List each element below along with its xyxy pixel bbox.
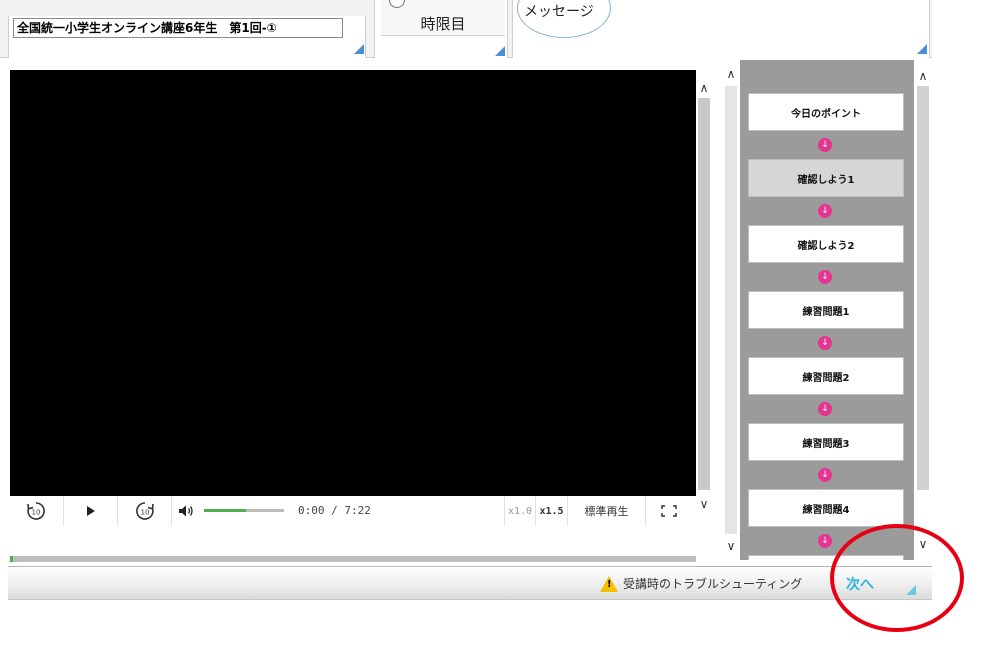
lesson-step-label: 確認しよう1 [797, 174, 855, 186]
content-scrollbar[interactable]: ∧ ∨ [722, 60, 740, 560]
normal-speed-button[interactable]: 標準再生 [568, 496, 646, 526]
course-title-panel: 全国統一小学生オンライン講座6年生 第1回-① [8, 16, 366, 58]
arrow-down-circle-icon: ↓ [818, 402, 832, 416]
lesson-step-3[interactable]: 確認しよう2 [748, 225, 904, 263]
seek-bar[interactable] [10, 556, 696, 562]
arrow-down-circle-icon: ↓ [818, 336, 832, 350]
lesson-step-6[interactable]: 練習問題3 [748, 423, 904, 461]
lesson-step-label: 練習問題1 [802, 306, 850, 318]
lesson-step-1[interactable]: 今日のポイント [748, 93, 904, 131]
arrow-down-circle-icon: ↓ [818, 204, 832, 218]
resize-grip-icon[interactable] [354, 44, 364, 54]
scroll-up-icon[interactable]: ∧ [723, 66, 739, 82]
scroll-down-icon[interactable]: ∨ [723, 538, 739, 554]
forward-10-button[interactable]: 10 [118, 496, 172, 526]
play-button[interactable] [64, 496, 118, 526]
troubleshooting-link[interactable]: ! 受講時のトラブルシューティング [600, 575, 802, 592]
normal-speed-label: 標準再生 [584, 505, 629, 518]
lesson-step-partial[interactable] [748, 555, 904, 560]
lesson-step-label: 練習問題3 [802, 438, 850, 450]
footer-bar: ! 受講時のトラブルシューティング 次へ [8, 566, 932, 600]
lesson-step-label: 練習問題4 [802, 504, 850, 516]
rewind-10-button[interactable]: 10 [8, 496, 64, 526]
speed-1-0-label: x1.0 [507, 505, 533, 517]
resize-grip-icon[interactable] [495, 46, 505, 56]
lesson-step-label: 練習問題2 [802, 372, 850, 384]
forward-10-icon: 10 [135, 502, 154, 520]
time-display: 0:00 / 7:22 [298, 504, 371, 517]
speed-1-5-button[interactable]: x1.5 [536, 496, 568, 526]
sidebar-scroll-track[interactable] [917, 86, 929, 490]
next-button[interactable]: 次へ [838, 571, 918, 597]
lesson-step-label: 確認しよう2 [797, 240, 855, 252]
arrow-down-circle-icon: ↓ [818, 468, 832, 482]
header-bar: 全国統一小学生オンライン講座6年生 第1回-① 時限目 メッセージ [0, 0, 932, 58]
arrow-down-circle-icon: ↓ [818, 138, 832, 152]
player-controls: 10 10 0:00 / 7:22 x1.0 x1.5 標準再生 [8, 496, 716, 526]
fullscreen-button[interactable] [646, 496, 692, 526]
video-screen[interactable] [10, 70, 696, 496]
course-title: 全国統一小学生オンライン講座6年生 第1回-① [13, 18, 343, 38]
resize-grip-icon[interactable] [917, 44, 927, 54]
arrow-down-circle-icon: ↓ [818, 534, 832, 548]
content-scroll-track[interactable] [725, 86, 737, 534]
arrow-down-circle-icon: ↓ [818, 270, 832, 284]
clock-icon [389, 0, 405, 8]
lesson-step-4[interactable]: 練習問題1 [748, 291, 904, 329]
message-label: メッセージ [524, 4, 594, 20]
play-icon [86, 506, 95, 516]
sidebar-scrollbar[interactable]: ∧ ∨ [914, 60, 932, 560]
lesson-step-7[interactable]: 練習問題4 [748, 489, 904, 527]
forward-10-label: 10 [140, 509, 149, 517]
scroll-down-icon[interactable]: ∨ [915, 536, 931, 552]
lesson-steps-list: 今日のポイント ↓ 確認しよう1 ↓ 確認しよう2 ↓ 練習問題1 ↓ 練習問題2 ↓ 練習問題3 ↓… [740, 60, 914, 560]
next-label: 次へ [846, 577, 874, 593]
period-panel: 時限目 [374, 0, 508, 58]
volume-button[interactable] [172, 496, 200, 526]
scroll-up-icon[interactable]: ∧ [915, 68, 931, 84]
video-scrollbar[interactable]: ∧ ∨ [696, 72, 712, 522]
fullscreen-icon [661, 505, 677, 517]
period-label: 時限目 [420, 15, 466, 33]
message-bubble[interactable]: メッセージ [517, 0, 611, 38]
seek-bar-progress [10, 556, 13, 562]
scroll-up-icon[interactable]: ∧ [696, 80, 712, 96]
troubleshooting-label: 受講時のトラブルシューティング [623, 577, 803, 591]
video-scroll-track[interactable] [698, 98, 710, 490]
volume-icon [179, 505, 193, 517]
lesson-steps-panel: 今日のポイント ↓ 確認しよう1 ↓ 確認しよう2 ↓ 練習問題1 ↓ 練習問題2 ↓ 練習問題3 ↓… [740, 60, 914, 560]
speed-1-5-label: x1.5 [539, 505, 564, 517]
message-panel: メッセージ [512, 0, 930, 58]
volume-slider[interactable] [204, 509, 284, 512]
next-corner-icon [906, 585, 916, 595]
video-player [8, 68, 720, 562]
warning-icon: ! [600, 575, 618, 592]
lesson-step-5[interactable]: 練習問題2 [748, 357, 904, 395]
speed-1-0-button[interactable]: x1.0 [504, 496, 536, 526]
volume-level [204, 509, 246, 512]
lesson-step-label: 今日のポイント [791, 108, 861, 120]
scroll-down-icon[interactable]: ∨ [696, 496, 712, 512]
rewind-10-icon: 10 [26, 502, 45, 520]
lesson-step-2[interactable]: 確認しよう1 [748, 159, 904, 197]
rewind-10-label: 10 [31, 509, 40, 517]
period-display: 時限目 [381, 0, 505, 36]
